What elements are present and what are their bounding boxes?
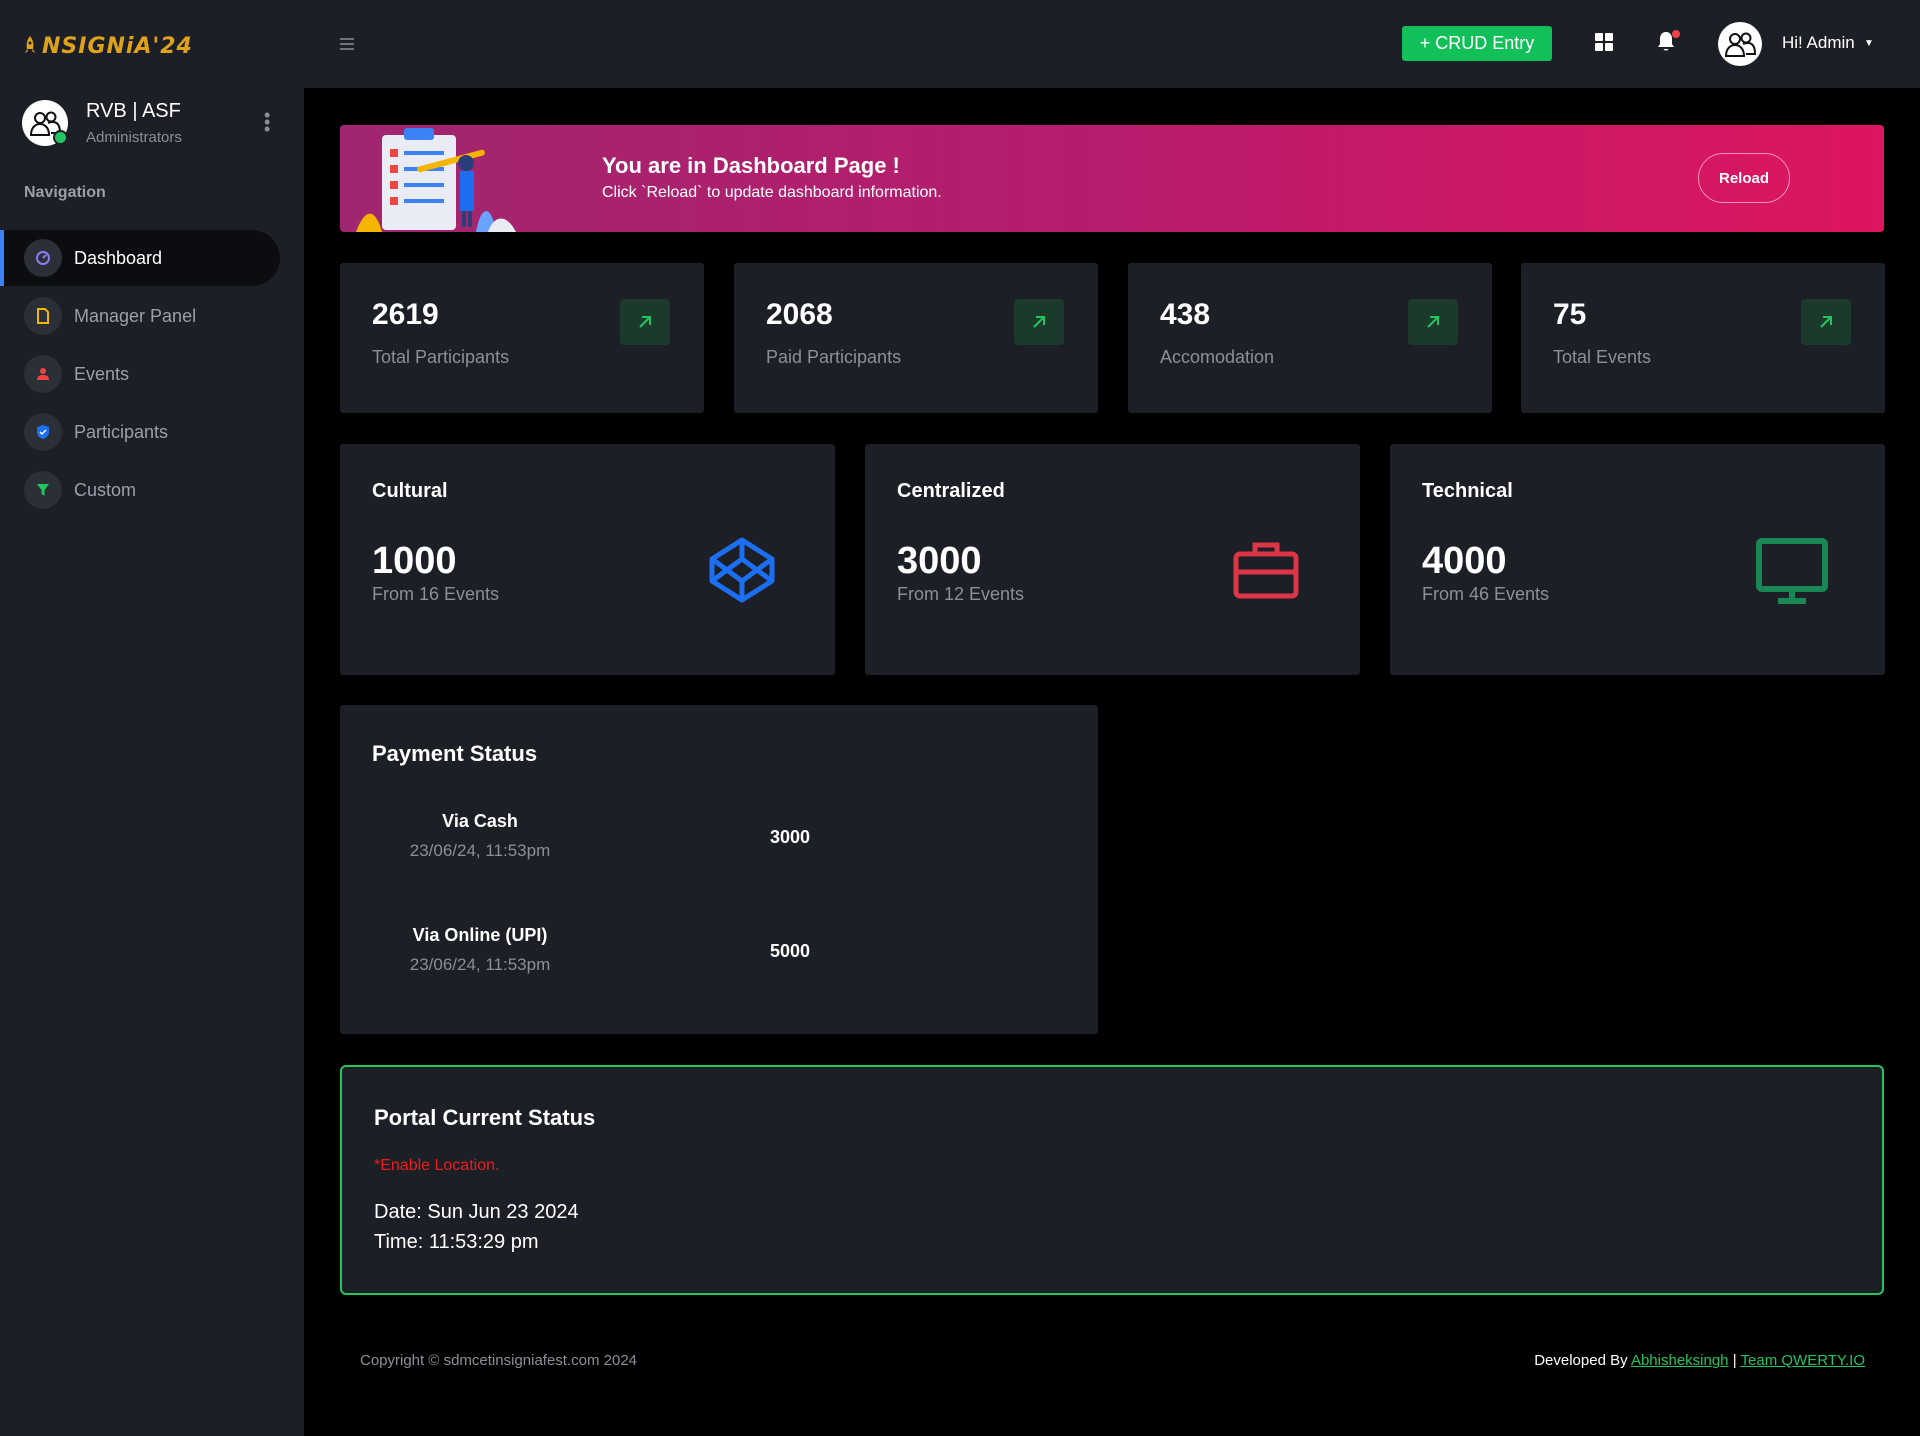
category-value: 3000 (897, 540, 982, 582)
payment-date: 23/06/24, 11:53pm (409, 841, 551, 860)
banner-subtitle: Click `Reload` to update dashboard infor… (602, 184, 942, 201)
developed-by-label: Developed By (1534, 1352, 1628, 1369)
payment-status-title: Payment Status (372, 741, 538, 766)
briefcase-icon (1233, 542, 1299, 599)
sidebar-item-label: Events (74, 363, 130, 384)
profile-role: Administrators (86, 129, 182, 146)
person-icon (24, 355, 62, 393)
location-warning: *Enable Location. (374, 1157, 500, 1174)
stat-value: 75 (1553, 298, 1587, 331)
file-icon (24, 297, 62, 335)
sidebar-item-label: Dashboard (74, 247, 163, 268)
arrow-up-right-icon[interactable] (1801, 299, 1851, 345)
stat-card-total-events: 75 Total Events (1521, 263, 1885, 413)
category-card-centralized: Centralized 3000 From 12 Events (865, 444, 1360, 675)
payment-amount: 3000 (770, 827, 811, 847)
avatar[interactable] (22, 100, 68, 146)
shield-icon (24, 413, 62, 451)
author-link[interactable]: Abhisheksingh (1631, 1352, 1729, 1369)
banner-title: You are in Dashboard Page ! (602, 153, 900, 178)
arrow-up-right-icon[interactable] (1014, 299, 1064, 345)
sidebar-item-label: Manager Panel (74, 305, 197, 326)
payment-row: Via Cash 23/06/24, 11:53pm 3000 (340, 811, 1098, 881)
stat-label: Total Participants (372, 347, 510, 367)
apps-grid-icon[interactable] (1595, 33, 1613, 56)
arrow-up-right-icon[interactable] (620, 299, 670, 345)
stat-label: Accomodation (1160, 347, 1275, 367)
sidebar-nav: Dashboard Manager Panel Events Participa… (0, 230, 304, 520)
payment-amount: 5000 (770, 941, 811, 961)
stat-card-accomodation: 438 Accomodation (1128, 263, 1492, 413)
footer-copyright: Copyright © sdmcetinsigniafest.com 2024 (360, 1352, 638, 1369)
online-status-dot (53, 130, 68, 145)
reload-button[interactable]: Reload (1698, 153, 1790, 203)
users-icon (1724, 32, 1757, 57)
footer-credits: Developed By Abhisheksingh | Team QWERTY… (1534, 1352, 1865, 1369)
payment-method: Via Online (UPI) (412, 925, 548, 945)
sidebar-item-label: Custom (74, 479, 137, 500)
sidebar-item-dashboard[interactable]: Dashboard (0, 230, 280, 286)
stat-value: 438 (1160, 298, 1211, 331)
category-value: 1000 (372, 540, 457, 582)
filter-icon (24, 471, 62, 509)
rocket-icon (25, 36, 35, 53)
user-greeting[interactable]: Hi! Admin (1782, 33, 1855, 53)
chevron-down-icon[interactable]: ▼ (1864, 38, 1874, 49)
sidebar: NSIGNiA'24 RVB | ASF Administrators • • • … (0, 0, 304, 1436)
arrow-up-right-icon[interactable] (1408, 299, 1458, 345)
portal-date: Date: Sun Jun 23 2024 (374, 1201, 579, 1223)
notification-badge (1672, 30, 1680, 38)
sidebar-item-custom[interactable]: Custom (0, 462, 304, 518)
brand-logo[interactable]: NSIGNiA'24 (24, 30, 193, 62)
category-subtitle: From 16 Events (372, 584, 500, 604)
nav-heading: Navigation (24, 184, 106, 201)
category-card-technical: Technical 4000 From 46 Events (1390, 444, 1885, 675)
category-subtitle: From 46 Events (1422, 584, 1550, 604)
category-value: 4000 (1422, 540, 1507, 582)
category-card-cultural: Cultural 1000 From 16 Events (340, 444, 835, 675)
hamburger-menu-icon[interactable] (340, 34, 354, 55)
sidebar-item-manager-panel[interactable]: Manager Panel (0, 288, 304, 344)
brand-logo-text: NSIGNiA'24 (42, 33, 193, 59)
codepen-icon (709, 537, 775, 603)
gauge-icon (24, 239, 62, 277)
portal-status-title: Portal Current Status (374, 1105, 596, 1130)
stat-card-paid-participants: 2068 Paid Participants (734, 263, 1098, 413)
payment-row: Via Online (UPI) 23/06/24, 11:53pm 5000 (340, 925, 1098, 995)
dashboard-banner: You are in Dashboard Page ! Click `Reloa… (340, 125, 1884, 232)
category-subtitle: From 12 Events (897, 584, 1025, 604)
category-title: Cultural (372, 480, 448, 502)
portal-time: Time: 11:53:29 pm (374, 1231, 539, 1253)
topbar: + CRUD Entry Hi! Admin ▼ (304, 0, 1920, 88)
payment-method: Via Cash (442, 811, 518, 831)
profile-name: RVB | ASF (86, 100, 181, 122)
payment-date: 23/06/24, 11:53pm (409, 955, 551, 974)
team-link[interactable]: Team QWERTY.IO (1741, 1352, 1865, 1369)
sidebar-item-label: Participants (74, 421, 169, 442)
category-title: Technical (1422, 480, 1513, 502)
checklist-illustration (356, 128, 516, 232)
payment-status-card: Payment Status Via Cash 23/06/24, 11:53p… (340, 705, 1098, 1034)
sidebar-item-events[interactable]: Events (0, 346, 304, 402)
stat-label: Paid Participants (766, 347, 902, 367)
kebab-menu-icon[interactable]: • • • (264, 106, 270, 138)
crud-entry-button[interactable]: + CRUD Entry (1402, 26, 1552, 61)
footer-separator: | (1732, 1352, 1737, 1369)
monitor-icon (1756, 538, 1828, 604)
stat-value: 2068 (766, 298, 833, 331)
category-title: Centralized (897, 480, 1005, 502)
portal-status-card: Portal Current Status *Enable Location. … (340, 1065, 1884, 1295)
avatar[interactable] (1718, 22, 1762, 66)
stat-card-total-participants: 2619 Total Participants (340, 263, 704, 413)
sidebar-item-participants[interactable]: Participants (0, 404, 304, 460)
user-profile: RVB | ASF Administrators (22, 100, 182, 146)
stat-label: Total Events (1553, 347, 1652, 367)
stat-value: 2619 (372, 298, 439, 331)
